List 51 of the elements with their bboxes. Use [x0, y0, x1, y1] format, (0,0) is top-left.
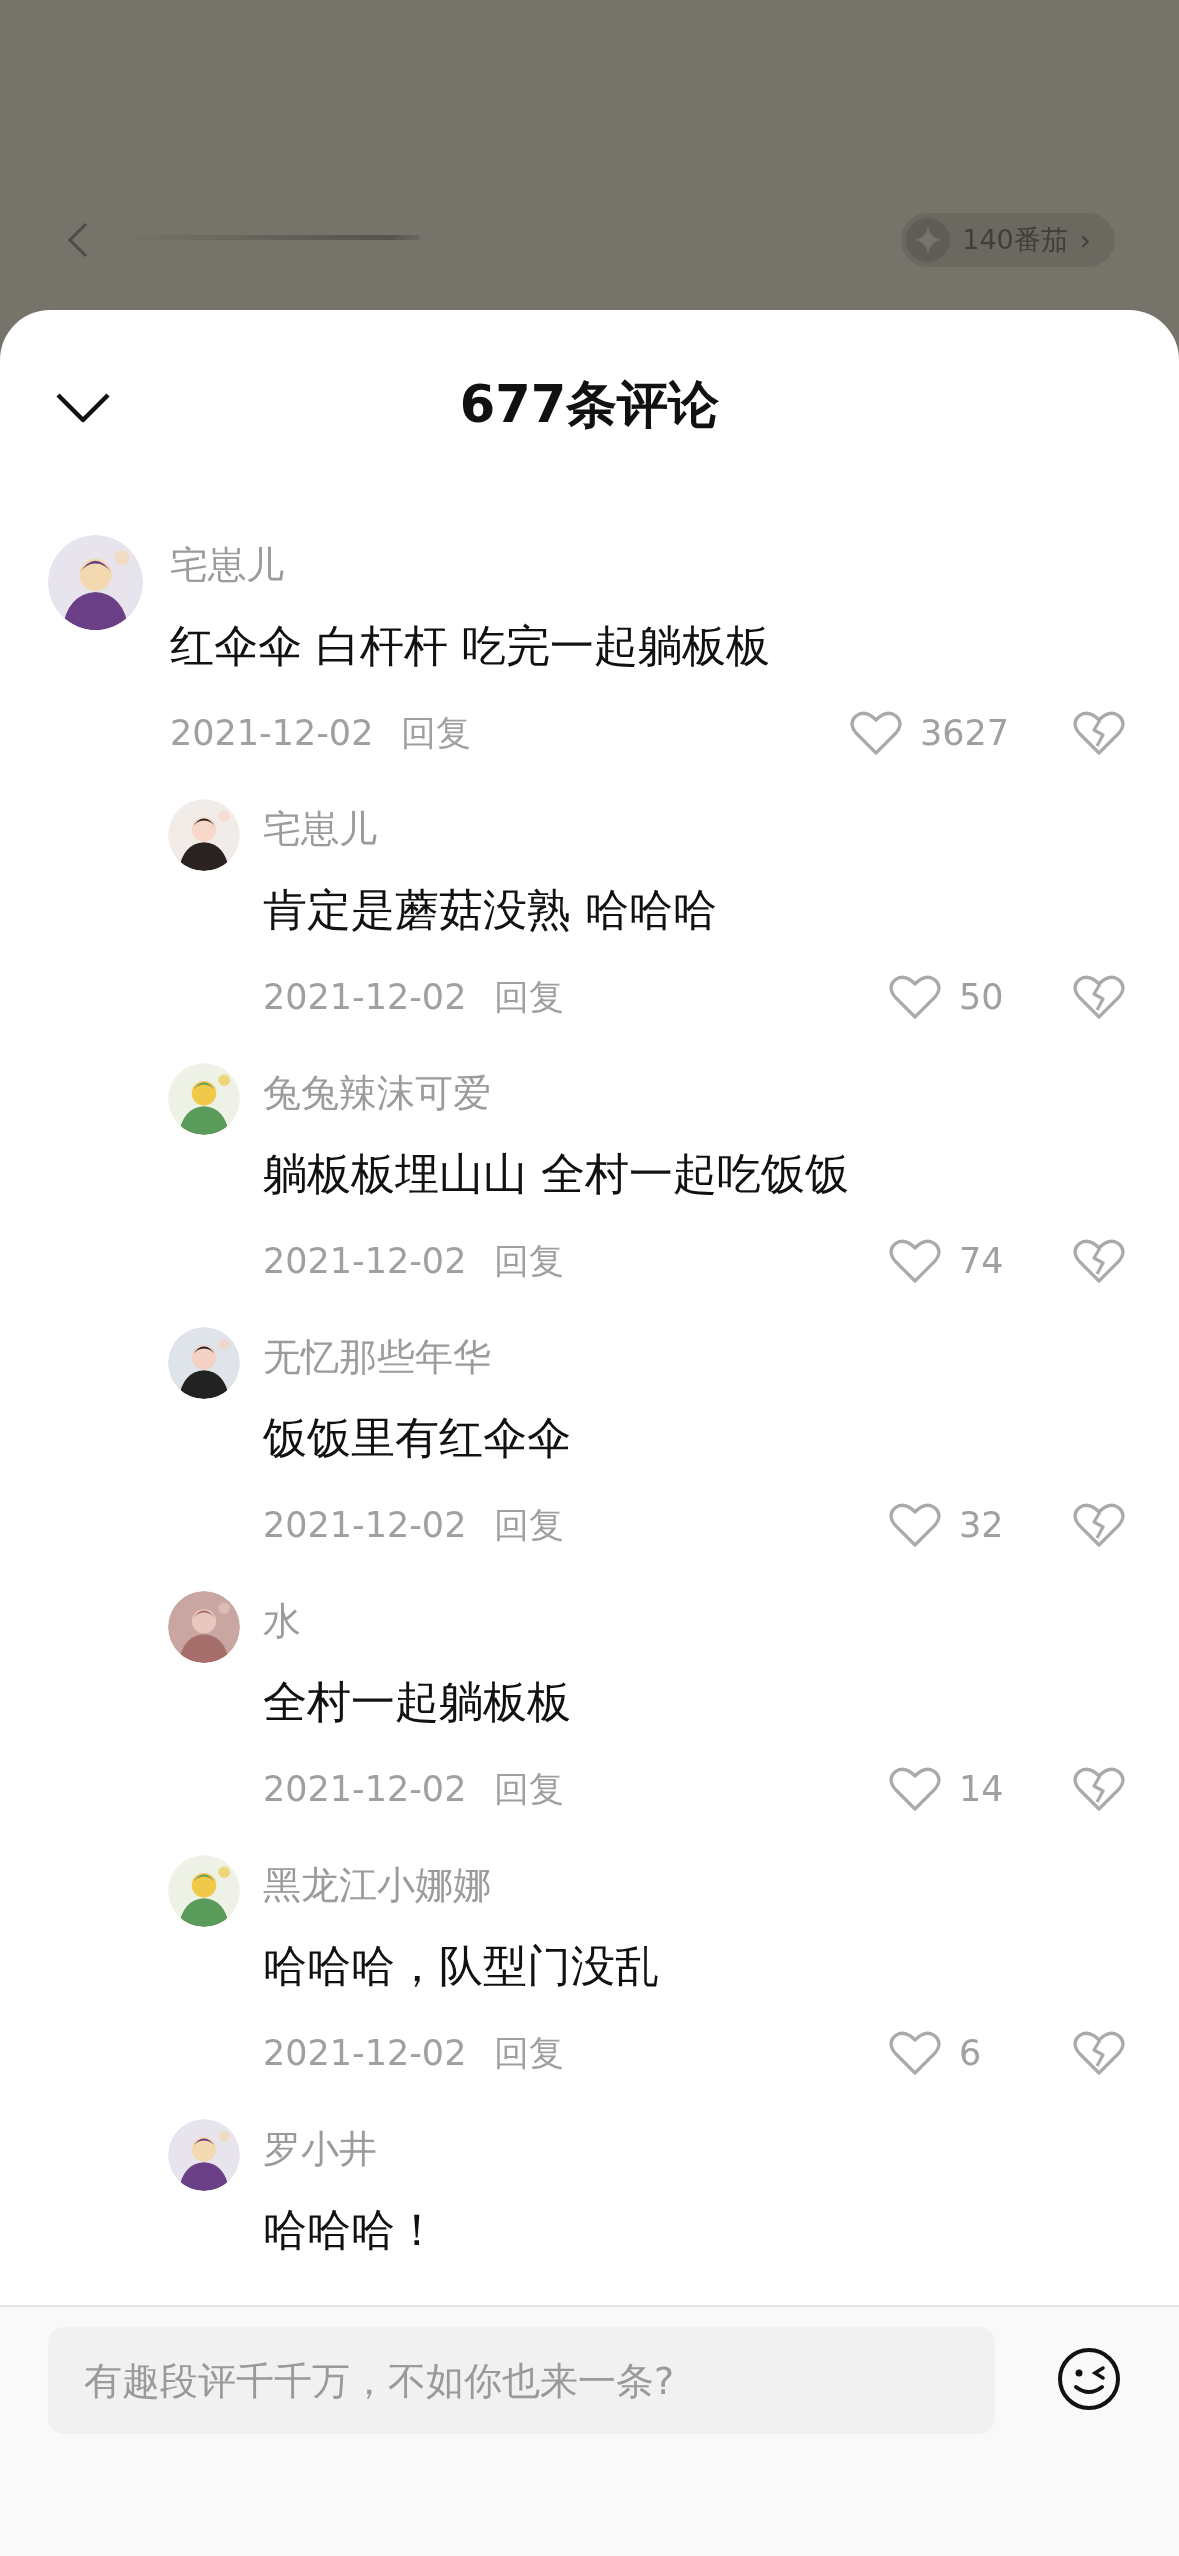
broken-heart-icon[interactable] [1073, 1502, 1125, 1548]
comment-text: 躺板板埋山山 全村一起吃饭饭 [263, 1147, 850, 1201]
user-name[interactable]: 无忆那些年华 [263, 1327, 1125, 1387]
like-count: 32 [959, 1505, 1005, 1545]
heart-icon[interactable] [889, 2030, 941, 2076]
reply-link[interactable]: 回复 [494, 1501, 565, 1549]
heart-icon[interactable] [889, 1766, 941, 1812]
comment-date: 2021-12-02 [263, 977, 467, 1017]
comment-date: 2021-12-02 [263, 2033, 467, 2073]
user-name[interactable]: 水 [263, 1591, 1125, 1651]
broken-heart-icon[interactable] [1073, 1766, 1125, 1812]
comment-text: 红伞伞 白杆杆 吃完一起躺板板 [170, 619, 771, 673]
comment-date: 2021-12-02 [170, 713, 374, 753]
back-icon[interactable] [66, 220, 90, 260]
reply-link[interactable]: 回复 [494, 1765, 565, 1813]
user-name[interactable]: 宅崽儿 [170, 535, 1125, 595]
comment-text: 哈哈哈！ [263, 2203, 440, 2257]
reply-link[interactable]: 回复 [494, 2029, 565, 2077]
broken-heart-icon[interactable] [1073, 710, 1125, 756]
reply-link[interactable]: 回复 [494, 973, 565, 1021]
comment-date: 2021-12-02 [263, 1241, 467, 1281]
like-count: 14 [959, 1769, 1005, 1809]
reply-link[interactable]: 回复 [494, 1237, 565, 1285]
comment-text: 饭饭里有红伞伞 [263, 1411, 572, 1465]
comment-text: 哈哈哈，队型门没乱 [263, 1939, 660, 1993]
comment-input[interactable]: 有趣段评千千万，不如你也来一条? [48, 2327, 995, 2434]
like-count: 3627 [919, 713, 1009, 753]
user-name[interactable]: 黑龙江小娜娜 [263, 1855, 1125, 1915]
comment-text: 肯定是蘑菇没熟 哈哈哈 [263, 883, 718, 937]
collapse-icon[interactable] [55, 392, 111, 424]
user-name[interactable]: 兔兔辣沫可爱 [263, 1063, 1125, 1123]
user-name[interactable]: 宅崽儿 [263, 799, 1125, 859]
reply-link[interactable]: 回复 [401, 709, 472, 757]
broken-heart-icon[interactable] [1073, 2030, 1125, 2076]
heart-icon[interactable] [889, 1238, 941, 1284]
chevron-icon: › [1079, 223, 1091, 257]
sheet-title: 677条评论 [459, 373, 720, 436]
emoji-icon[interactable] [1057, 2347, 1121, 2411]
like-count: 74 [959, 1241, 1005, 1281]
heart-icon[interactable] [889, 1502, 941, 1548]
heart-icon[interactable] [889, 974, 941, 1020]
like-count: 50 [959, 977, 1005, 1017]
broken-heart-icon[interactable] [1073, 1238, 1125, 1284]
comment-date: 2021-12-02 [263, 1769, 467, 1809]
like-count: 6 [959, 2033, 983, 2073]
comment-date: 2021-12-02 [263, 1505, 467, 1545]
heart-icon[interactable] [849, 710, 902, 756]
broken-heart-icon[interactable] [1073, 974, 1125, 1020]
comment-text: 全村一起躺板板 [263, 1675, 572, 1729]
user-name[interactable]: 罗小井 [263, 2119, 1125, 2179]
sparkle-icon [906, 218, 951, 262]
